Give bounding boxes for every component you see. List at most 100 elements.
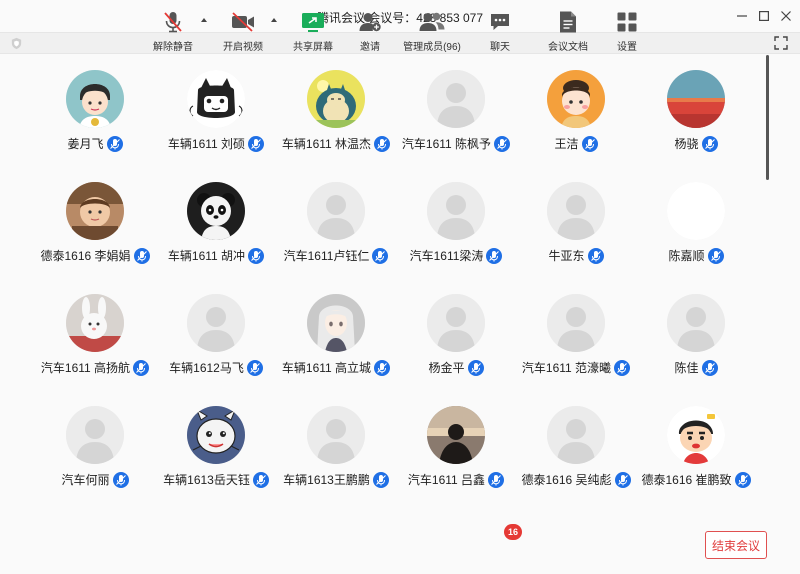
start-video-label: 开启视频 xyxy=(223,42,263,53)
dragon-cartoon-avatar xyxy=(187,406,245,464)
participant-name: 车辆1611 林温杰 xyxy=(281,137,372,151)
cat-sketch-avatar xyxy=(187,70,245,128)
unmute-label: 解除静音 xyxy=(153,42,193,53)
bunny-photo-avatar xyxy=(66,294,124,352)
crayon-shin-avatar xyxy=(667,406,725,464)
participant-name-row: 陈佳 xyxy=(616,359,776,376)
mic-status-badge xyxy=(701,359,718,376)
participant-name: 陈嘉顺 xyxy=(668,249,705,263)
default-avatar xyxy=(547,294,605,352)
share-screen-icon xyxy=(302,13,324,32)
anime-girl-avatar xyxy=(307,294,365,352)
mic-status-badge xyxy=(707,247,724,264)
participant-name: 汽车1611 陈枫予 xyxy=(401,137,492,151)
participant-name: 汽车1611 吕鑫 xyxy=(407,473,486,487)
girl-cartoon-avatar xyxy=(547,70,605,128)
default-avatar xyxy=(667,294,725,352)
default-avatar xyxy=(66,406,124,464)
participant-name: 德泰1616 吴纯彪 xyxy=(521,473,612,487)
chat-bubble-icon xyxy=(491,14,509,30)
participant-name: 汽车1611 范濠曦 xyxy=(521,361,612,375)
manage-members-button[interactable]: 管理成员(96) xyxy=(397,10,467,54)
unmute-button[interactable]: 解除静音 xyxy=(138,10,208,54)
audio-options-caret-icon[interactable] xyxy=(200,16,208,24)
default-avatar xyxy=(307,182,365,240)
mic-icon xyxy=(710,250,721,261)
invite-button[interactable]: 邀请 xyxy=(335,10,405,54)
default-avatar xyxy=(547,182,605,240)
close-icon xyxy=(781,11,791,21)
mic-status-badge xyxy=(734,471,751,488)
participant-name-row: 杨骁 xyxy=(616,135,776,152)
maximize-button[interactable] xyxy=(754,6,774,26)
participant-name-row: 德泰1616 崔鹏致 xyxy=(616,471,776,488)
invite-user-icon xyxy=(359,13,381,32)
default-avatar xyxy=(427,70,485,128)
baby-photo-avatar xyxy=(66,182,124,240)
panda-avatar xyxy=(187,182,245,240)
chat-unread-badge: 16 xyxy=(504,524,522,540)
sunset-avatar xyxy=(667,70,725,128)
default-avatar xyxy=(307,406,365,464)
mic-status-badge xyxy=(112,471,129,488)
blank-white-avatar xyxy=(667,182,725,240)
maximize-icon xyxy=(759,11,769,21)
mic-status-badge xyxy=(587,247,604,264)
mic-icon xyxy=(470,362,481,373)
participant-grid: 姜月飞 车辆1611 刘硕 车辆1611 林温杰 汽车1611 陈枫予 王洁 杨骁德泰16… xyxy=(0,55,770,515)
participant-name: 车辆1611 胡冲 xyxy=(167,249,246,263)
mic-icon xyxy=(704,138,715,149)
mic-status-badge xyxy=(467,359,484,376)
participant-name: 汽车1611梁涛 xyxy=(409,249,484,263)
participant-name: 汽车何丽 xyxy=(61,473,110,487)
participant-tile[interactable]: 陈嘉顺 xyxy=(636,167,756,277)
participant-name: 德泰1616 李娟娟 xyxy=(40,249,131,263)
participant-name: 姜月飞 xyxy=(67,137,104,151)
participant-name: 汽车1611 高扬航 xyxy=(40,361,131,375)
mic-status-badge xyxy=(581,135,598,152)
participant-name: 德泰1616 崔鹏致 xyxy=(641,473,732,487)
default-avatar xyxy=(547,406,605,464)
meeting-toolbar xyxy=(0,515,800,574)
snorlax-avatar xyxy=(307,70,365,128)
chat-button[interactable]: 聊天 xyxy=(465,10,535,54)
fullscreen-icon[interactable] xyxy=(774,36,788,50)
document-icon xyxy=(560,11,576,33)
default-avatar xyxy=(187,294,245,352)
participant-name: 车辆1613岳天钰 xyxy=(163,473,250,487)
settings-grid-icon xyxy=(617,12,637,32)
participant-name: 陈佳 xyxy=(674,361,699,375)
silhouette-photo-avatar xyxy=(427,406,485,464)
close-button[interactable] xyxy=(776,6,796,26)
video-off-icon xyxy=(232,12,254,32)
mic-status-badge xyxy=(106,135,123,152)
participant-tile[interactable]: 杨骁 xyxy=(636,55,756,165)
end-meeting-button[interactable]: 结束会议 xyxy=(705,531,767,559)
grid-scrollbar[interactable] xyxy=(766,55,769,180)
mic-icon xyxy=(109,138,120,149)
shield-icon[interactable] xyxy=(10,37,23,50)
default-avatar xyxy=(427,294,485,352)
participant-tile[interactable]: 陈佳 xyxy=(636,279,756,389)
mic-status-badge xyxy=(701,135,718,152)
mic-icon xyxy=(590,250,601,261)
chat-label: 聊天 xyxy=(490,42,510,53)
participant-name: 车辆1611 刘硕 xyxy=(167,137,246,151)
participant-name: 杨骁 xyxy=(674,137,699,151)
start-video-button[interactable]: 开启视频 xyxy=(208,10,278,54)
mic-icon xyxy=(737,474,748,485)
participant-name-row: 陈嘉顺 xyxy=(616,247,776,264)
participant-tile[interactable]: 德泰1616 崔鹏致 xyxy=(636,391,756,501)
invite-label: 邀请 xyxy=(360,42,380,53)
mic-icon xyxy=(584,138,595,149)
settings-label: 设置 xyxy=(617,42,637,53)
boy-cartoon-avatar xyxy=(66,70,124,128)
participant-name: 车辆1611 高立城 xyxy=(281,361,372,375)
settings-button[interactable]: 设置 xyxy=(592,10,662,54)
default-avatar xyxy=(427,182,485,240)
participant-name: 车辆1612马飞 xyxy=(169,361,244,375)
video-options-caret-icon[interactable] xyxy=(270,16,278,24)
manage-members-label: 管理成员(96) xyxy=(403,42,461,53)
participant-name: 王洁 xyxy=(554,137,579,151)
minimize-button[interactable] xyxy=(732,6,752,26)
